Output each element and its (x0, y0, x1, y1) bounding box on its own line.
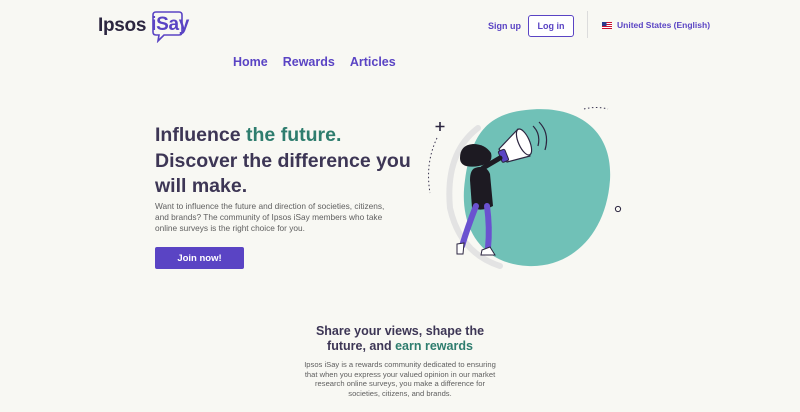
hero-description: Want to influence the future and directi… (155, 201, 385, 234)
page: Ipsos iSay Sign up Log in United States … (0, 0, 800, 412)
signup-link[interactable]: Sign up (488, 21, 521, 31)
logo-isay-mark: iSay (150, 11, 189, 43)
nav-articles[interactable]: Articles (350, 55, 396, 69)
login-button[interactable]: Log in (528, 15, 574, 37)
logo-ipsos-text: Ipsos (98, 15, 147, 36)
section-title-accent: earn rewards (395, 339, 473, 353)
section-title: Share your views, shape the future, and … (300, 324, 500, 354)
hero-title-part2: Discover the difference you will make. (155, 149, 411, 198)
us-flag-icon (602, 21, 612, 29)
ipsos-isay-logo[interactable]: Ipsos iSay (98, 11, 189, 43)
hero-title-part1: Influence (155, 124, 247, 146)
join-now-button[interactable]: Join now! (155, 247, 244, 269)
main-nav: Home Rewards Articles (233, 55, 411, 69)
hero-title-accent: the future. (246, 124, 342, 146)
section-description: Ipsos iSay is a rewards community dedica… (304, 360, 496, 398)
hero-title: Influence the future. Discover the differ… (155, 123, 415, 200)
locale-selector[interactable]: United States (English) (602, 20, 710, 30)
locale-label: United States (English) (617, 20, 711, 30)
nav-home[interactable]: Home (233, 55, 268, 69)
header-divider (587, 11, 588, 38)
megaphone-illustration (428, 107, 622, 269)
logo-isay-text: iSay (151, 14, 190, 35)
nav-rewards[interactable]: Rewards (283, 55, 335, 69)
